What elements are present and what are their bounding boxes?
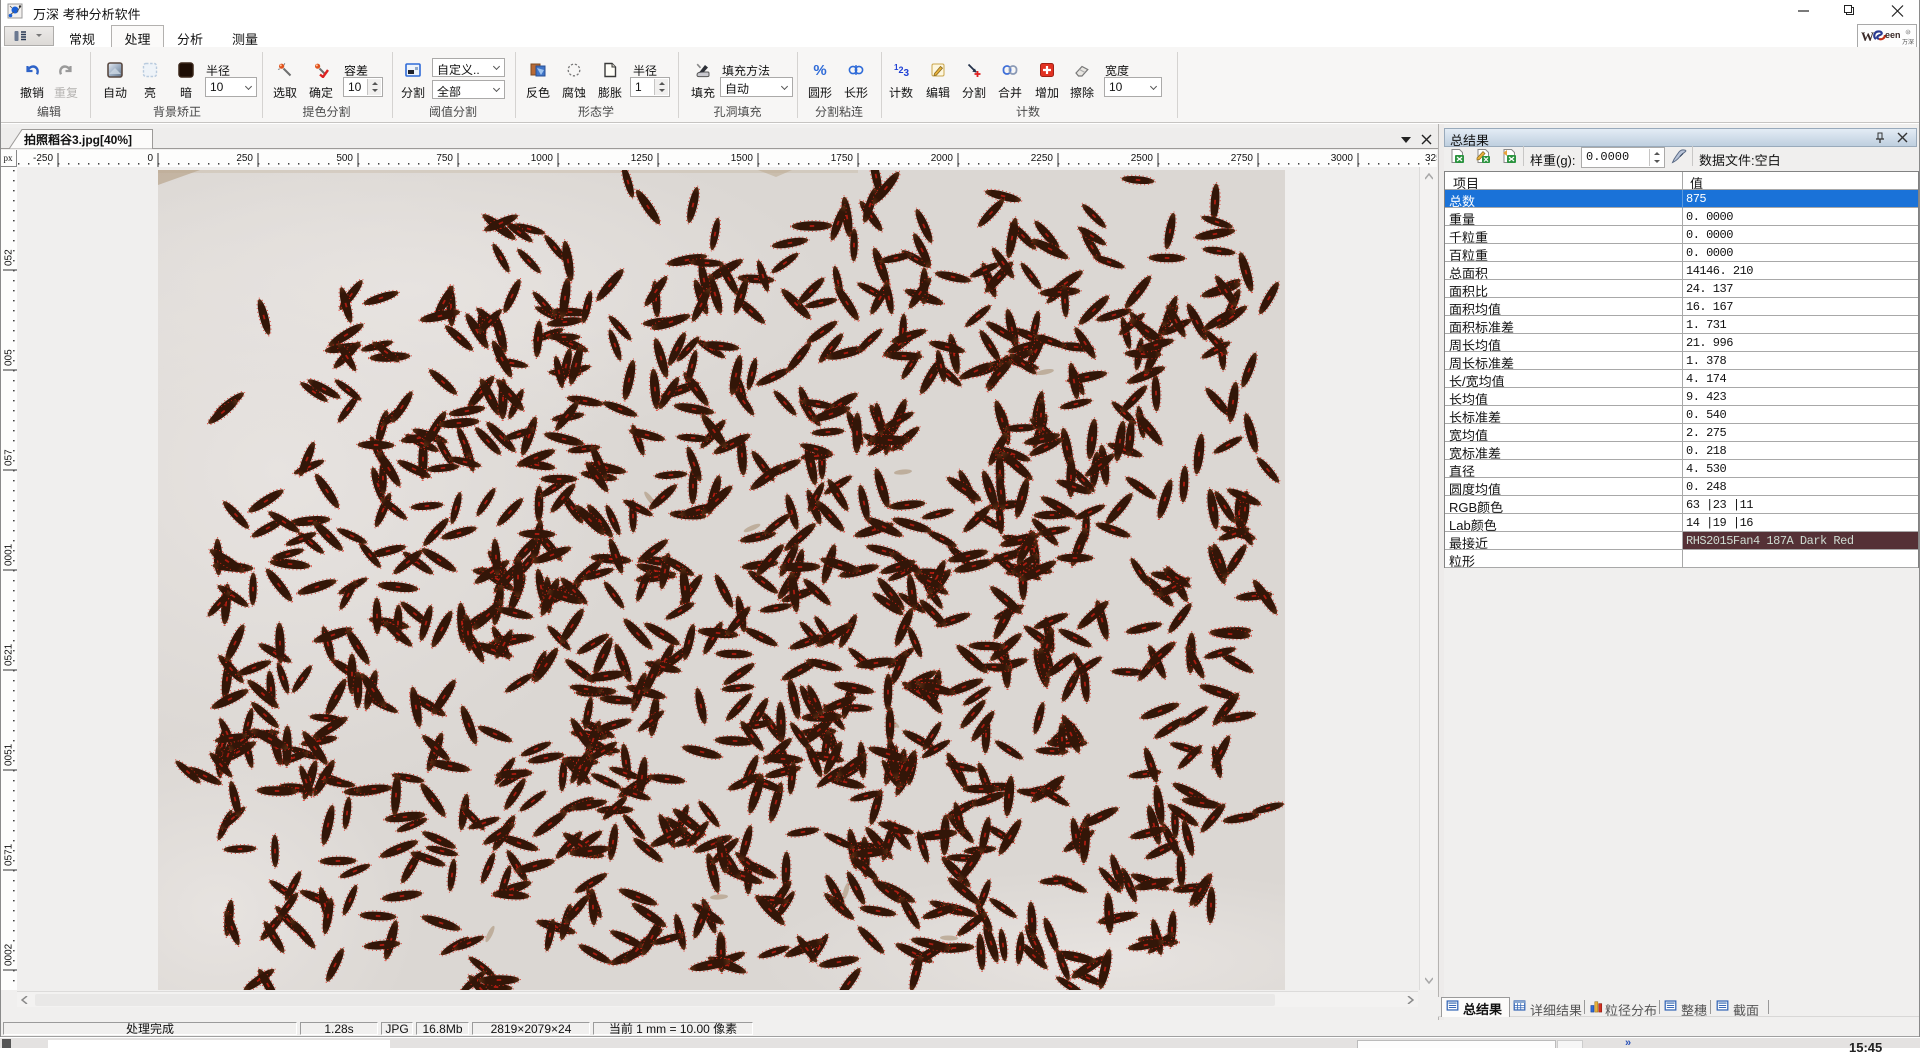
svg-text:3: 3 bbox=[904, 68, 910, 78]
svg-text:2000: 2000 bbox=[931, 153, 954, 164]
svg-text:0002: 0002 bbox=[4, 943, 15, 966]
svg-text:0051: 0051 bbox=[4, 743, 15, 766]
svg-text:005: 005 bbox=[4, 349, 15, 366]
svg-text:0001: 0001 bbox=[4, 543, 15, 566]
svg-text:3000: 3000 bbox=[1331, 153, 1354, 164]
svg-text:%: % bbox=[813, 62, 826, 78]
svg-text:W: W bbox=[1861, 29, 1874, 44]
svg-text:2250: 2250 bbox=[1031, 153, 1054, 164]
svg-text:0: 0 bbox=[147, 153, 153, 164]
svg-text:2750: 2750 bbox=[1231, 153, 1254, 164]
svg-text:3250: 3250 bbox=[1425, 153, 1437, 164]
svg-text:1000: 1000 bbox=[531, 153, 554, 164]
svg-text:2500: 2500 bbox=[1131, 153, 1154, 164]
svg-text:250: 250 bbox=[236, 153, 253, 164]
svg-text:057: 057 bbox=[4, 449, 15, 466]
svg-text:052: 052 bbox=[4, 249, 15, 266]
svg-text:-250: -250 bbox=[33, 153, 53, 164]
svg-text:1250: 1250 bbox=[631, 153, 654, 164]
svg-text:500: 500 bbox=[336, 153, 353, 164]
svg-text:万深: 万深 bbox=[1902, 38, 1914, 46]
svg-text:een: een bbox=[1885, 30, 1901, 40]
svg-text:R: R bbox=[1907, 30, 1910, 35]
svg-text:0521: 0521 bbox=[4, 643, 15, 666]
svg-text:1750: 1750 bbox=[831, 153, 854, 164]
svg-text:1500: 1500 bbox=[731, 153, 754, 164]
svg-text:0571: 0571 bbox=[4, 843, 15, 866]
svg-text:750: 750 bbox=[436, 153, 453, 164]
